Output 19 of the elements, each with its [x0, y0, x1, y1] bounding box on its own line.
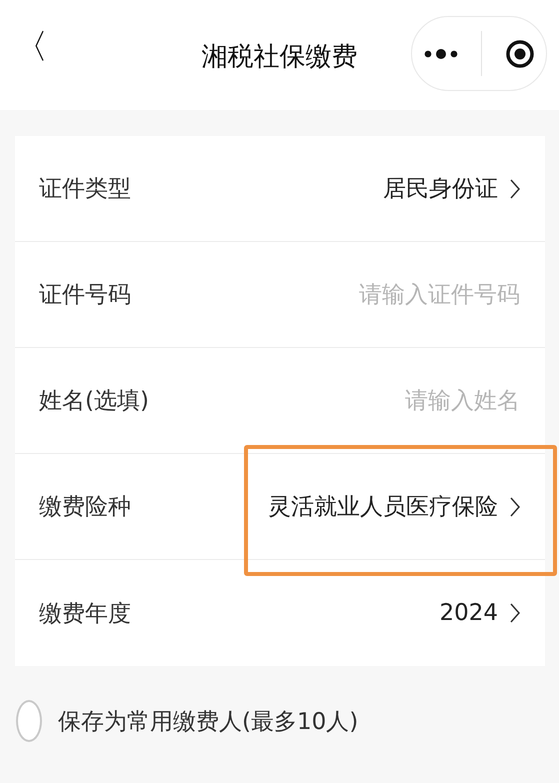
input-field[interactable]: 请输入证件号码 [280, 282, 520, 308]
close-target-icon[interactable] [504, 38, 534, 68]
field-label: 证件类型 [39, 175, 131, 204]
chevron-icon [510, 496, 520, 516]
save-option-label: 保存为常用缴费人(最多10人) [58, 708, 358, 736]
page-title: 湘税社保缴费 [202, 41, 358, 74]
field-label: 证件号码 [39, 281, 131, 310]
back-button[interactable]: 〈 [14, 30, 48, 64]
select-field[interactable]: 居民身份证 [383, 173, 520, 204]
chevron-icon [510, 178, 520, 198]
chevron-icon [510, 603, 520, 623]
radio-button[interactable] [16, 700, 42, 742]
select-field[interactable]: 2024 [439, 600, 520, 626]
field-label: 姓名(选填) [39, 387, 149, 416]
input-field[interactable]: 请输入姓名 [280, 388, 520, 414]
field-label: 缴费年度 [39, 600, 131, 628]
more-icon[interactable] [424, 48, 458, 60]
select-field[interactable]: 灵活就业人员医疗保险 [268, 491, 520, 522]
field-label: 缴费险种 [39, 493, 131, 522]
